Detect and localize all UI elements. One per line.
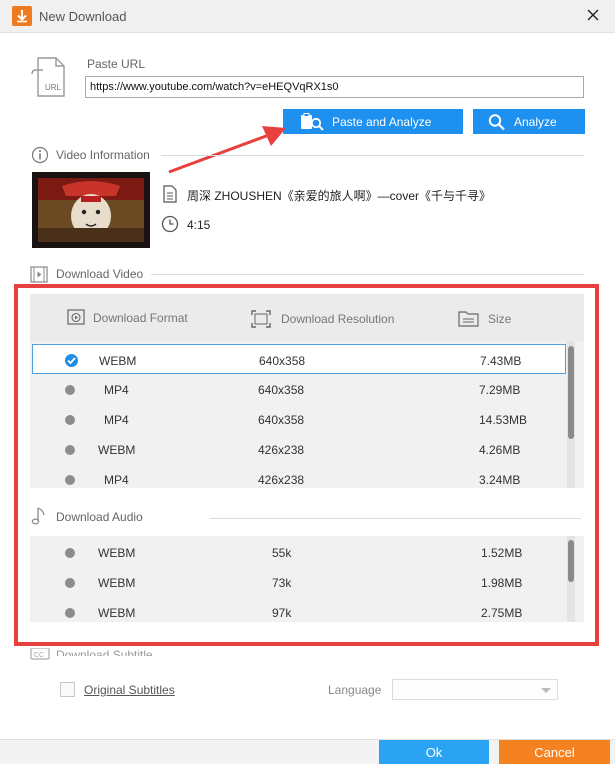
paste-and-analyze-label: Paste and Analyze — [332, 115, 432, 129]
video-duration: 4:15 — [187, 218, 211, 232]
row-size: 14.53MB — [479, 413, 528, 427]
row-resolution: 640x358 — [258, 413, 305, 427]
column-download-resolution: Download Resolution — [281, 312, 395, 326]
row-bitrate: 55k — [272, 546, 292, 560]
radio-dot-icon — [65, 385, 75, 395]
download-subtitle-heading: Download Subtitle — [56, 648, 153, 656]
radio-dot-icon — [65, 578, 75, 588]
app-download-icon — [12, 6, 32, 26]
column-download-format: Download Format — [93, 311, 188, 325]
audio-list-scrollbar[interactable] — [567, 536, 575, 622]
row-format: WEBM — [98, 576, 136, 590]
radio-dot-icon — [65, 415, 75, 425]
row-resolution: 640x358 — [259, 354, 306, 368]
row-format: WEBM — [99, 354, 137, 368]
row-format: MP4 — [104, 413, 129, 427]
window-titlebar: New Download — [0, 0, 615, 33]
row-format: WEBM — [98, 606, 136, 620]
original-subtitles-checkbox[interactable] — [60, 682, 75, 697]
video-list-scrollbar[interactable] — [567, 341, 575, 488]
original-subtitles-label[interactable]: Original Subtitles — [84, 683, 175, 697]
section-divider — [151, 274, 584, 275]
row-size: 4.26MB — [479, 443, 521, 457]
audio-row-3[interactable]: WEBM 97k 2.75MB — [32, 597, 566, 622]
row-format: MP4 — [104, 383, 129, 397]
analyze-label: Analyze — [514, 115, 557, 129]
search-icon — [488, 114, 505, 131]
scrollbar-thumb[interactable] — [568, 540, 574, 582]
video-row-4[interactable]: WEBM 426x238 4.26MB — [32, 434, 566, 464]
video-information-heading: Video Information — [56, 148, 150, 162]
radio-dot-icon — [65, 475, 75, 485]
window-title: New Download — [39, 9, 127, 24]
svg-text:CC: CC — [34, 652, 44, 659]
clipboard-search-icon — [301, 113, 324, 131]
row-bitrate: 73k — [272, 576, 292, 590]
folder-size-icon — [458, 311, 479, 327]
video-row-3[interactable]: MP4 640x358 14.53MB — [32, 404, 566, 434]
analyze-button[interactable]: Analyze — [473, 109, 585, 134]
row-size: 1.52MB — [481, 546, 523, 560]
url-input[interactable] — [85, 76, 584, 98]
video-title: 周深 ZHOUSHEN《亲爱的旅人啊》—cover《千与千寻》 — [187, 189, 492, 203]
video-format-list: WEBM 640x358 7.43MB MP4 640x358 7.29MB M… — [30, 341, 584, 488]
clock-icon — [161, 215, 179, 233]
audio-row-1[interactable]: WEBM 55k 1.52MB — [32, 537, 566, 567]
annotation-arrow-icon — [168, 126, 286, 174]
row-size: 7.29MB — [479, 383, 521, 397]
video-thumbnail — [32, 172, 150, 248]
row-resolution: 426x238 — [258, 443, 305, 457]
subtitle-cc-icon: CC — [30, 648, 50, 660]
video-row-1[interactable]: WEBM 640x358 7.43MB — [32, 344, 566, 374]
row-bitrate: 97k — [272, 606, 292, 620]
radio-dot-icon — [65, 548, 75, 558]
film-icon — [30, 266, 48, 283]
paste-url-label: Paste URL — [87, 57, 146, 71]
column-size: Size — [488, 312, 512, 326]
row-size: 1.98MB — [481, 576, 523, 590]
chevron-down-icon — [541, 688, 551, 693]
download-video-heading: Download Video — [56, 267, 144, 281]
audio-row-2[interactable]: WEBM 73k 1.98MB — [32, 567, 566, 597]
download-audio-heading: Download Audio — [56, 510, 143, 524]
language-label: Language — [328, 683, 382, 697]
info-icon — [31, 146, 49, 164]
row-format: WEBM — [98, 443, 136, 457]
url-file-icon — [31, 57, 65, 97]
section-divider — [210, 518, 581, 519]
video-row-2[interactable]: MP4 640x358 7.29MB — [32, 374, 566, 404]
row-format: WEBM — [98, 546, 136, 560]
row-resolution: 426x238 — [258, 473, 305, 487]
row-size: 7.43MB — [480, 354, 522, 368]
video-row-5[interactable]: MP4 426x238 3.24MB — [32, 464, 566, 488]
language-select[interactable] — [392, 679, 558, 700]
radio-dot-icon — [65, 608, 75, 618]
url-icon-label: URL — [45, 83, 62, 92]
row-size: 2.75MB — [481, 606, 523, 620]
audio-format-list: WEBM 55k 1.52MB WEBM 73k 1.98MB WEBM 97k… — [30, 536, 584, 622]
paste-and-analyze-button[interactable]: Paste and Analyze — [283, 109, 463, 134]
row-size: 3.24MB — [479, 473, 521, 487]
video-format-icon — [67, 309, 85, 325]
video-table-header: Download Format Download Resolution Size — [30, 294, 584, 341]
section-divider — [161, 155, 584, 156]
scrollbar-thumb[interactable] — [568, 346, 574, 439]
row-format: MP4 — [104, 473, 129, 487]
ok-button[interactable]: Ok — [379, 740, 489, 764]
radio-dot-icon — [65, 445, 75, 455]
row-resolution: 640x358 — [258, 383, 305, 397]
cancel-button[interactable]: Cancel — [499, 740, 610, 764]
selected-check-icon — [65, 354, 78, 367]
resolution-icon — [251, 310, 271, 328]
music-note-icon — [31, 507, 45, 525]
document-icon — [163, 185, 177, 203]
close-icon[interactable] — [585, 7, 601, 23]
